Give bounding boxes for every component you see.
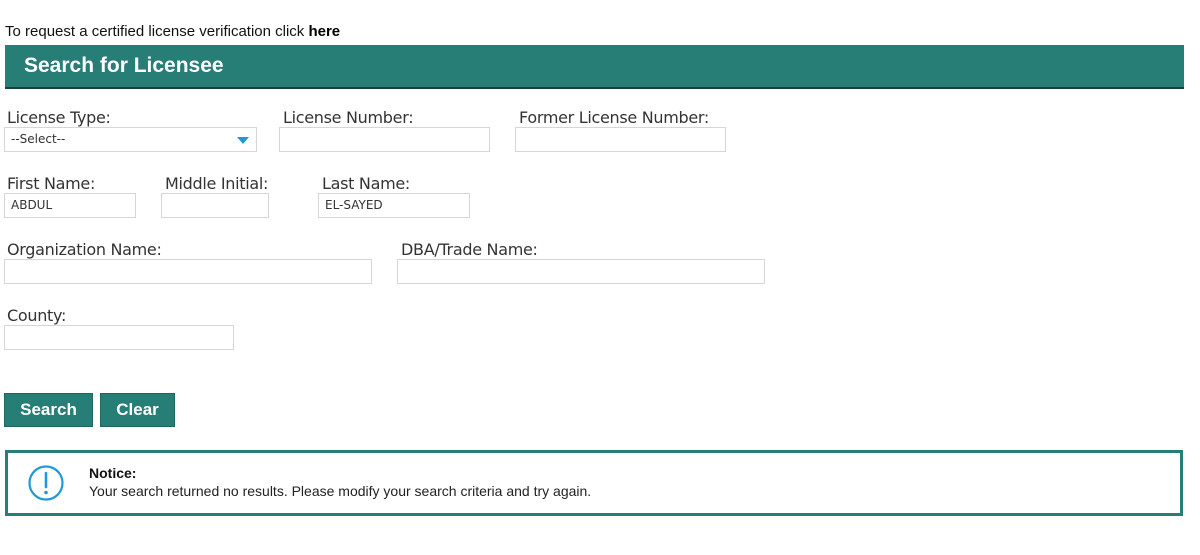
former-license-number-label: Former License Number: [519, 108, 710, 127]
chevron-down-icon [237, 137, 249, 144]
info-icon [28, 465, 64, 501]
notice-box: Notice: Your search returned no results.… [5, 450, 1183, 516]
county-input[interactable] [4, 325, 234, 350]
license-number-input[interactable] [279, 127, 490, 152]
search-header: Search for Licensee [5, 45, 1184, 89]
license-type-selected-value: --Select-- [11, 132, 66, 146]
dba-trade-name-label: DBA/Trade Name: [401, 240, 538, 259]
middle-initial-input[interactable] [161, 193, 269, 218]
county-label: County: [7, 306, 67, 325]
license-number-label: License Number: [283, 108, 414, 127]
notice-message: Your search returned no results. Please … [89, 483, 592, 499]
last-name-label: Last Name: [322, 174, 411, 193]
clear-button[interactable]: Clear [100, 393, 175, 427]
page-title: Search for Licensee [24, 54, 224, 77]
last-name-input[interactable]: EL-SAYED [318, 193, 470, 218]
first-name-label: First Name: [7, 174, 96, 193]
search-button[interactable]: Search [4, 393, 93, 427]
middle-initial-label: Middle Initial: [165, 174, 269, 193]
certified-verification-link[interactable]: here [308, 23, 340, 40]
first-name-input[interactable]: ABDUL [4, 193, 136, 218]
license-type-label: License Type: [7, 108, 111, 127]
dba-trade-name-input[interactable] [397, 259, 765, 284]
license-type-select[interactable]: --Select-- [4, 127, 257, 152]
former-license-number-input[interactable] [515, 127, 726, 152]
organization-name-input[interactable] [4, 259, 372, 284]
organization-name-label: Organization Name: [7, 240, 162, 259]
certified-verification-prompt: To request a certified license verificat… [5, 23, 340, 40]
notice-title: Notice: [89, 465, 137, 481]
certified-verification-text: To request a certified license verificat… [5, 23, 309, 40]
